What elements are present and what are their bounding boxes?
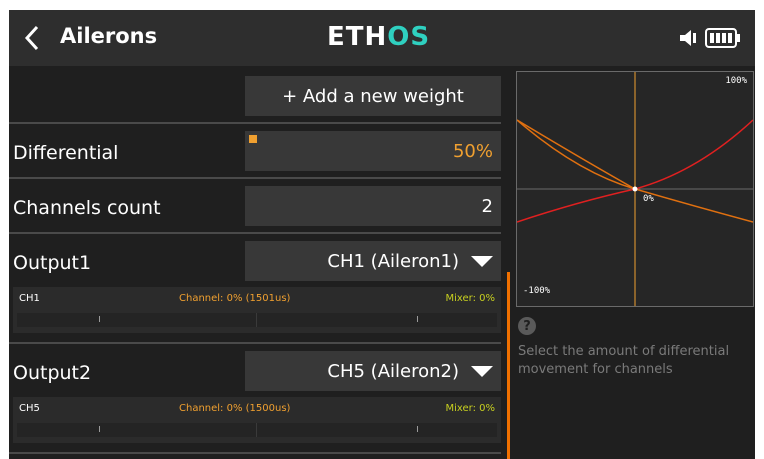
center-point: [632, 186, 638, 192]
monitor-center-line: [256, 423, 257, 437]
ethos-logo: ETHOS: [327, 22, 430, 52]
graph-top-label: 100%: [725, 76, 747, 86]
differential-curve-graph: 100% 0% -100%: [516, 71, 754, 307]
help-text: Select the amount of differential moveme…: [518, 344, 730, 377]
output1-dropdown[interactable]: CH1 (Aileron1): [245, 241, 501, 281]
curve-orange-left: [517, 119, 636, 190]
differential-field[interactable]: 50%: [245, 131, 501, 171]
monitor-channel-name: CH1: [19, 293, 40, 304]
channel-monitor: CH5 Channel: 0% (1500us) Mixer: 0%: [13, 397, 501, 443]
question-icon: ?: [518, 317, 536, 335]
logo-text-part1: ETH: [327, 22, 388, 52]
monitor-mixer-value: Mixer: 0%: [445, 293, 495, 304]
caret-down-icon: [471, 255, 493, 267]
monitor-tick: [417, 316, 418, 322]
chevron-left-icon: [24, 25, 39, 51]
monitor-bar: [17, 313, 497, 327]
output1-label: Output1: [13, 252, 92, 274]
channels-count-value: 2: [481, 195, 493, 217]
monitor-bar: [17, 423, 497, 437]
output2-dropdown[interactable]: CH5 (Aileron2): [245, 351, 501, 391]
monitor-tick: [417, 426, 418, 432]
monitor-center-line: [256, 313, 257, 327]
battery-icon: [705, 28, 740, 48]
output2-label: Output2: [13, 362, 92, 384]
graph-center-label: 0%: [643, 194, 654, 204]
differential-value: 50%: [452, 140, 493, 162]
monitor-tick: [99, 426, 100, 432]
logo-text-part2: OS: [387, 22, 431, 52]
screen: Ailerons ETHOS + Add a new weight Differ…: [9, 10, 755, 459]
channels-count-label: Channels count: [13, 197, 161, 219]
caret-down-icon: [471, 365, 493, 377]
divider: [9, 232, 501, 234]
scrollbar[interactable]: [507, 272, 510, 459]
graph-bottom-label: -100%: [523, 286, 551, 296]
monitor-channel-value: Channel: 0% (1500us): [179, 403, 291, 414]
monitor-channel-name: CH5: [19, 403, 40, 414]
speaker-icon[interactable]: [677, 27, 699, 49]
channel-monitor: CH1 Channel: 0% (1501us) Mixer: 0%: [13, 287, 501, 333]
monitor-mixer-value: Mixer: 0%: [445, 403, 495, 414]
monitor-tick: [99, 316, 100, 322]
curve-svg: [517, 72, 753, 306]
back-button[interactable]: [15, 22, 51, 54]
page-title: Ailerons: [60, 24, 158, 48]
differential-label: Differential: [13, 142, 119, 164]
channels-count-field[interactable]: 2: [245, 186, 501, 226]
divider: [9, 342, 501, 344]
monitor-channel-value: Channel: 0% (1501us): [179, 293, 291, 304]
output2-selected: CH5 (Aileron2): [327, 360, 459, 382]
differential-marker: [249, 135, 257, 143]
add-new-weight-button[interactable]: + Add a new weight: [245, 76, 501, 116]
header-bar: Ailerons ETHOS: [9, 10, 755, 66]
output1-selected: CH1 (Aileron1): [327, 250, 459, 272]
divider: [9, 122, 501, 124]
divider: [9, 177, 501, 179]
divider: [9, 452, 501, 454]
